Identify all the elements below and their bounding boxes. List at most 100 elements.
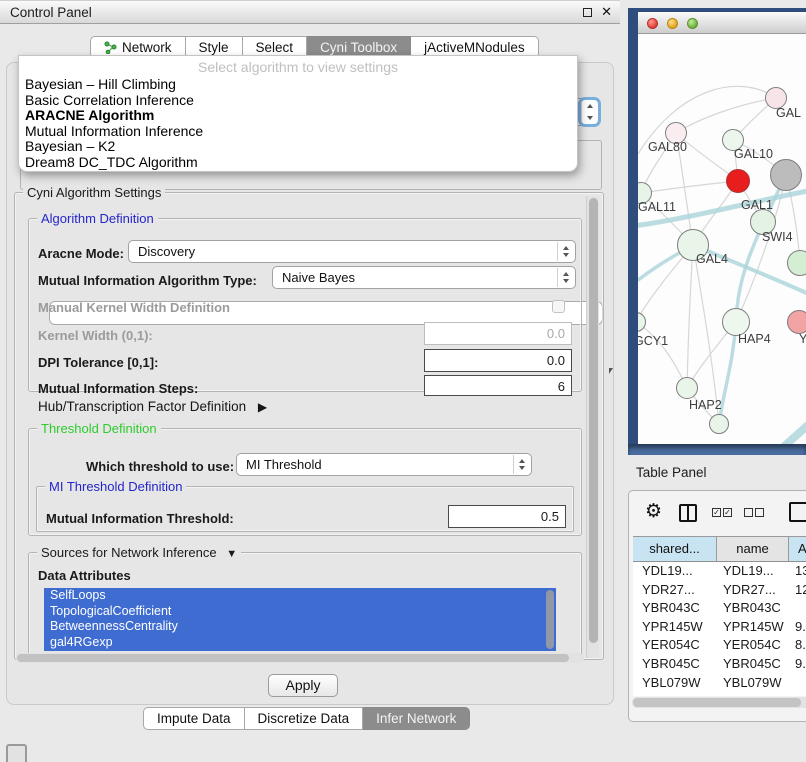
- dropdown-item[interactable]: Mutual Information Inference: [19, 124, 577, 140]
- close-traffic-light[interactable]: [647, 18, 658, 29]
- network-node[interactable]: [676, 377, 698, 399]
- table-row[interactable]: YPR145W YPR145W 9.: [633, 618, 806, 637]
- float-window-icon[interactable]: [583, 8, 592, 17]
- checked-box-icon: ✓: [712, 508, 721, 517]
- mi-steps-field[interactable]: 6: [424, 375, 572, 396]
- dropdown-item[interactable]: Bayesian – K2: [19, 139, 577, 155]
- which-threshold-label: Which threshold to use:: [86, 459, 234, 474]
- tab-impute-data[interactable]: Impute Data: [143, 707, 245, 730]
- dpi-tolerance-field[interactable]: 0.0: [424, 349, 572, 372]
- cell-name: YDR27...: [717, 581, 789, 600]
- mi-algorithm-type-combobox[interactable]: Naive Bayes: [272, 266, 576, 289]
- unchecked-box-icon: [744, 508, 753, 517]
- network-canvas[interactable]: GAL GAL80 GAL10 GAL1 GAL11 SWI4 GAL4 GCY…: [638, 34, 806, 444]
- table-panel-title: Table Panel: [636, 465, 707, 480]
- attributes-scrollbar-thumb[interactable]: [546, 590, 554, 649]
- cell-shared-name: YBR045C: [633, 655, 717, 674]
- combo-stepper-icon: [557, 242, 574, 261]
- dropdown-item[interactable]: Bayesian – Hill Climbing: [19, 77, 577, 93]
- table-row[interactable]: YER054C YER054C 8.: [633, 636, 806, 655]
- tab-label: jActiveMNodules: [424, 40, 525, 55]
- group-title: Sources for Network Inference ▼: [37, 545, 241, 560]
- attribute-item[interactable]: BetweennessCentrality: [44, 619, 556, 635]
- tab-discretize-data[interactable]: Discretize Data: [245, 707, 364, 730]
- gear-icon[interactable]: ⚙: [645, 500, 662, 523]
- cell-value: 9.: [789, 692, 806, 696]
- network-view-panel: GAL GAL80 GAL10 GAL1 GAL11 SWI4 GAL4 GCY…: [628, 8, 806, 455]
- column-header[interactable]: name: [717, 537, 789, 561]
- mi-algorithm-type-label: Mutual Information Algorithm Type:: [38, 273, 257, 288]
- manual-kernel-width-checkbox[interactable]: [552, 300, 565, 313]
- network-node[interactable]: [770, 159, 802, 191]
- table-row[interactable]: YBR043C YBR043C: [633, 599, 806, 618]
- table-row[interactable]: YDL19... YDL19... 13: [633, 562, 806, 581]
- tab-label: Select: [256, 40, 294, 55]
- hide-columns-icon[interactable]: [744, 508, 764, 517]
- aracne-mode-combobox[interactable]: Discovery: [128, 240, 576, 263]
- tab-infer-network[interactable]: Infer Network: [363, 707, 470, 730]
- tab-label: Discretize Data: [258, 711, 350, 726]
- apply-button[interactable]: Apply: [268, 674, 338, 697]
- which-threshold-combobox[interactable]: MI Threshold: [236, 453, 532, 476]
- mouse-cursor: [609, 368, 613, 374]
- node-label: Y: [799, 332, 806, 346]
- show-columns-icon[interactable]: ✓ ✓: [712, 508, 732, 517]
- node-label: GAL1: [741, 198, 773, 212]
- column-header[interactable]: A: [789, 537, 806, 561]
- new-table-icon[interactable]: [789, 502, 806, 522]
- table-horizontal-scrollbar[interactable]: [632, 697, 806, 708]
- table-panel-window: ⚙ ✓ ✓ shared... name A YDL19... YDL19...: [628, 490, 806, 722]
- node-label: GAL11: [638, 200, 676, 214]
- zoom-traffic-light[interactable]: [687, 18, 698, 29]
- table-row[interactable]: YBL079W YBL079W: [633, 674, 806, 693]
- combo-value: Naive Bayes: [282, 270, 355, 285]
- node-label: GAL4: [696, 252, 728, 266]
- combo-value: MI Threshold: [246, 457, 322, 472]
- scrollbar-thumb[interactable]: [589, 198, 598, 643]
- cell-name: YBL079W: [717, 674, 789, 693]
- network-node-selected[interactable]: [726, 169, 750, 193]
- network-node[interactable]: [787, 310, 806, 334]
- group-title: Threshold Definition: [37, 421, 161, 436]
- dropdown-item[interactable]: Dream8 DC_TDC Algorithm: [19, 155, 577, 171]
- close-icon[interactable]: ✕: [601, 4, 612, 20]
- network-node[interactable]: [787, 250, 806, 276]
- column-header[interactable]: shared...: [633, 537, 717, 561]
- cell-value: 9.: [789, 618, 806, 637]
- hub-definition-expander[interactable]: Hub/Transcription Factor Definition ▶: [38, 399, 267, 414]
- minimized-panel-icon[interactable]: [6, 744, 27, 762]
- attribute-item[interactable]: SelfLoops: [44, 588, 556, 604]
- split-columns-icon[interactable]: [679, 504, 697, 522]
- settings-vertical-scrollbar[interactable]: [586, 196, 599, 658]
- settings-horizontal-scrollbar[interactable]: [16, 653, 584, 663]
- unchecked-box-icon: [755, 508, 764, 517]
- cell-name: YBR045C: [717, 655, 789, 674]
- table-body: YDL19... YDL19... 13 YDR27... YDR27... 1…: [633, 562, 806, 696]
- scrollbar-thumb[interactable]: [633, 698, 801, 707]
- table-row[interactable]: YDR27... YDR27... 12: [633, 581, 806, 600]
- sources-title: Sources for Network Inference: [41, 545, 217, 560]
- manual-kernel-width-label: Manual Kernel Width Definition: [38, 300, 230, 315]
- table-row[interactable]: YLR345W YLR345W 9.: [633, 692, 806, 696]
- cell-shared-name: YLR345W: [633, 692, 717, 696]
- network-node[interactable]: [709, 414, 729, 434]
- dropdown-item[interactable]: Basic Correlation Inference: [19, 93, 577, 109]
- screen: Control Panel ✕ Network Style Select Cyn…: [0, 0, 806, 762]
- expand-right-icon: ▶: [258, 400, 267, 414]
- group-title: Cyni Algorithm Settings: [23, 185, 165, 200]
- dropdown-item-highlighted[interactable]: ARACNE Algorithm: [19, 108, 577, 124]
- table-row[interactable]: YBR045C YBR045C 9.: [633, 655, 806, 674]
- attribute-item[interactable]: TopologicalCoefficient: [44, 604, 556, 620]
- cell-name: YPR145W: [717, 618, 789, 637]
- mi-threshold-field[interactable]: 0.5: [448, 505, 566, 528]
- collapse-down-icon[interactable]: ▼: [226, 548, 237, 560]
- tab-label: Network: [122, 40, 172, 55]
- attribute-item[interactable]: gal4RGexp: [44, 635, 556, 651]
- control-panel-titlebar: Control Panel ✕: [0, 0, 620, 24]
- node-label: GAL: [776, 106, 801, 120]
- kernel-width-field[interactable]: 0.0: [424, 322, 572, 345]
- mi-steps-label: Mutual Information Steps:: [38, 381, 198, 396]
- node-table: shared... name A YDL19... YDL19... 13 YD…: [633, 536, 806, 696]
- scrollbar-thumb[interactable]: [17, 654, 569, 662]
- minimize-traffic-light[interactable]: [667, 18, 678, 29]
